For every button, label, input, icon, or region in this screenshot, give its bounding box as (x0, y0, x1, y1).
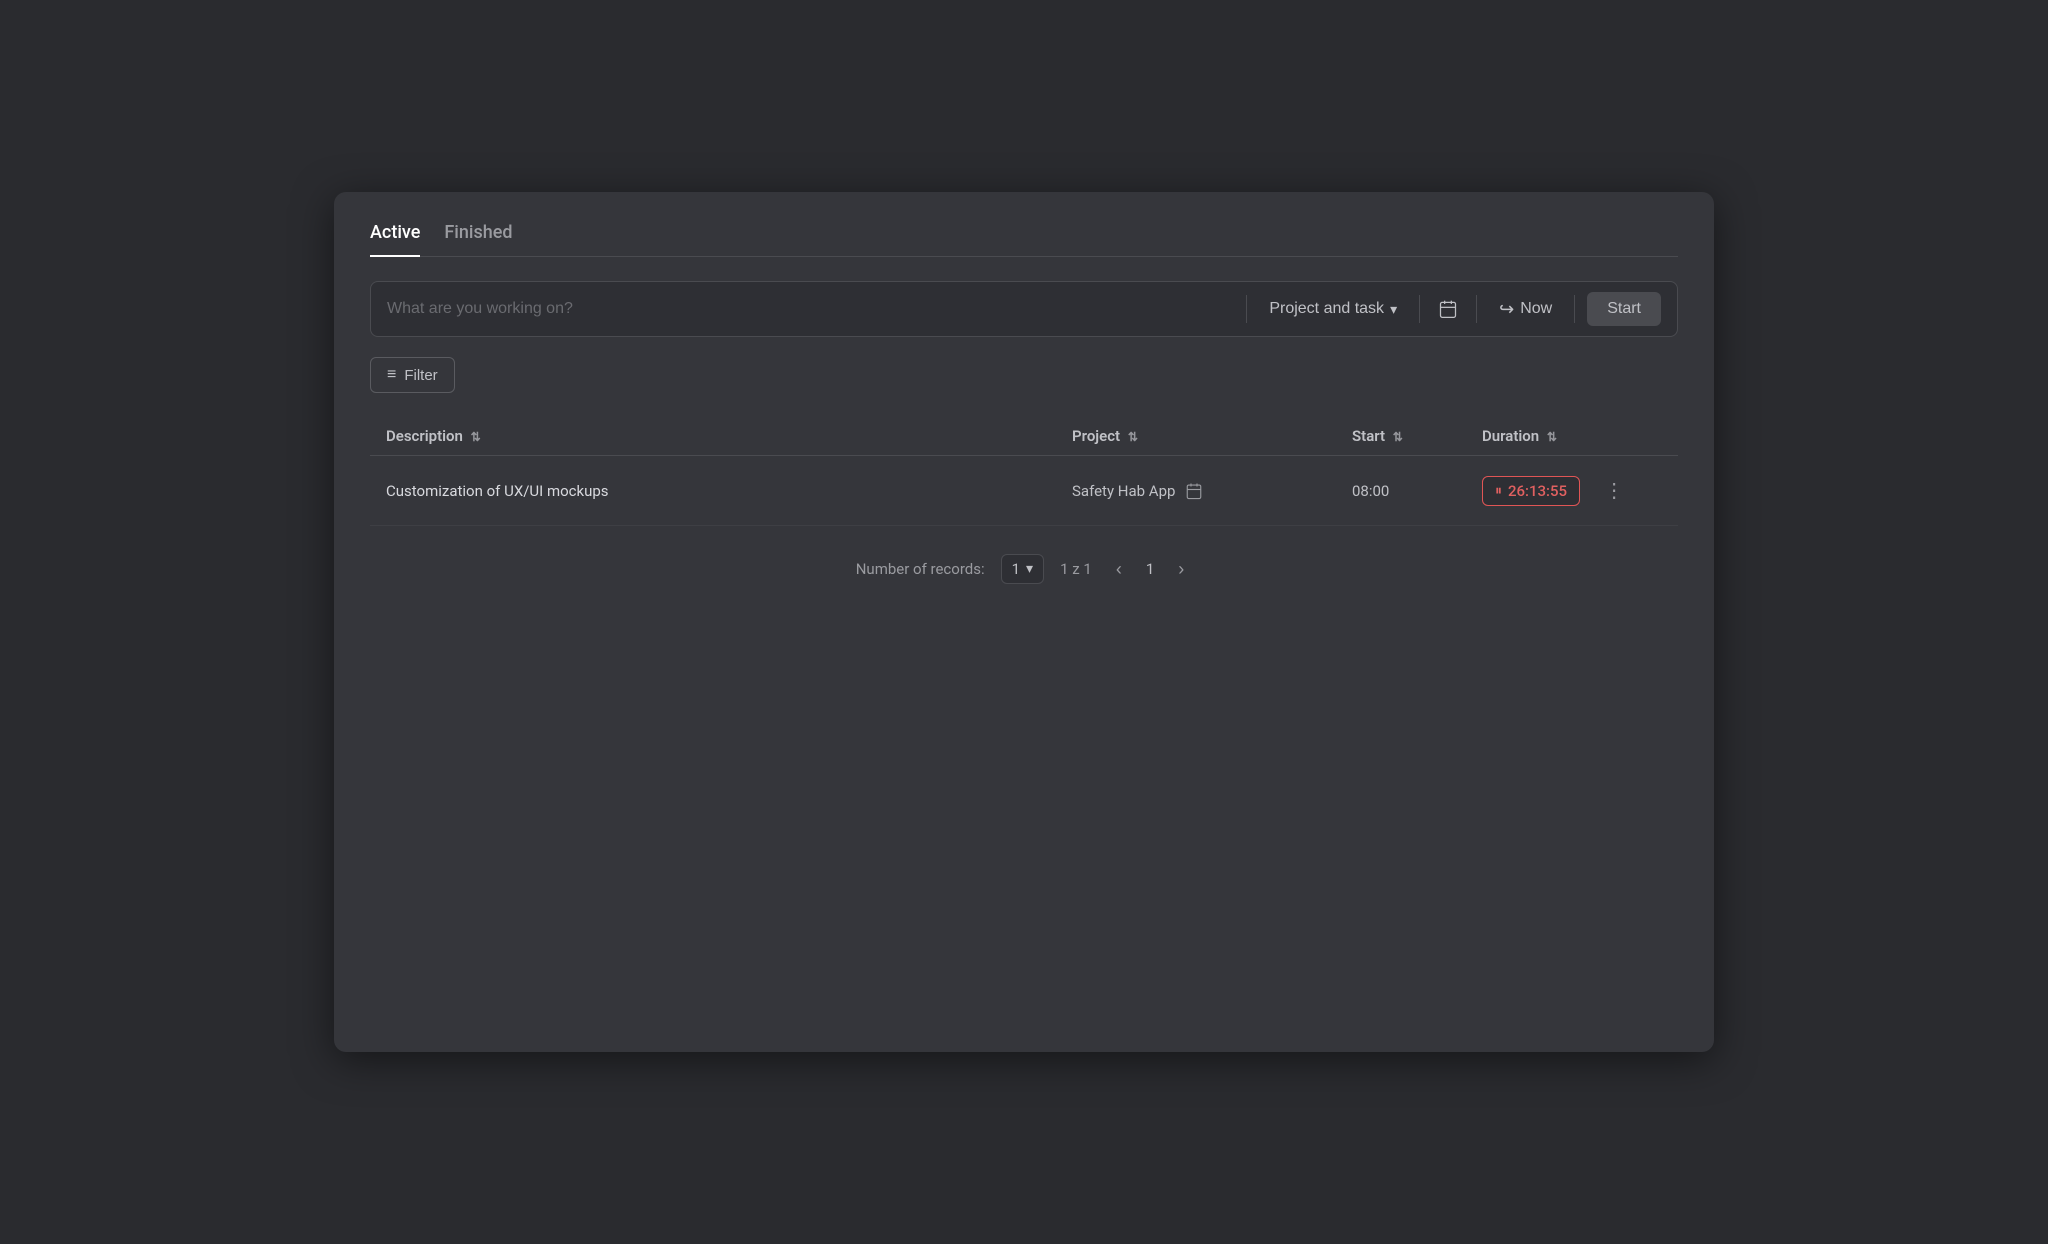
start-button[interactable]: Start (1587, 292, 1661, 326)
more-options-button[interactable]: ⋮ (1596, 474, 1632, 507)
prev-page-button[interactable]: ‹ (1108, 555, 1130, 584)
tab-finished[interactable]: Finished (444, 222, 512, 257)
duration-value: 26:13:55 (1508, 482, 1567, 500)
col-header-description[interactable]: Description ⇅ (386, 427, 1072, 445)
records-chevron-icon: ▾ (1026, 561, 1033, 577)
filter-label: Filter (404, 367, 437, 384)
start-label: Start (1352, 427, 1385, 445)
row-duration: ⏸ 26:13:55 ⋮ (1482, 474, 1662, 507)
search-bar: Project and task ▾ ↪ Now Start (370, 281, 1678, 337)
row-calendar-icon (1185, 482, 1203, 500)
project-task-label: Project and task (1269, 300, 1384, 318)
filter-button[interactable]: ≡ Filter (370, 357, 455, 393)
records-label: Number of records: (856, 560, 985, 578)
col-header-duration[interactable]: Duration ⇅ (1482, 427, 1662, 445)
table-row: Customization of UX/UI mockups Safety Ha… (370, 456, 1678, 526)
pause-icon: ⏸ (1495, 483, 1502, 499)
row-description: Customization of UX/UI mockups (386, 482, 1072, 500)
tab-active[interactable]: Active (370, 222, 420, 257)
duration-badge: ⏸ 26:13:55 (1482, 476, 1580, 506)
records-count: 1 (1012, 560, 1020, 578)
chevron-down-icon: ▾ (1390, 301, 1397, 318)
sort-project-icon: ⇅ (1128, 430, 1138, 444)
project-task-button[interactable]: Project and task ▾ (1259, 294, 1407, 324)
now-label: Now (1520, 300, 1552, 318)
duration-label: Duration (1482, 427, 1539, 445)
pagination: Number of records: 1 ▾ 1 z 1 ‹ 1 › (370, 554, 1678, 584)
table-header: Description ⇅ Project ⇅ Start ⇅ Duration… (370, 417, 1678, 456)
description-label: Description (386, 427, 463, 445)
records-select[interactable]: 1 ▾ (1001, 554, 1044, 584)
page-info: 1 z 1 (1060, 560, 1092, 578)
now-button[interactable]: ↪ Now (1489, 293, 1562, 326)
tabs-container: Active Finished (370, 222, 1678, 257)
sort-duration-icon: ⇅ (1547, 430, 1557, 444)
search-input[interactable] (387, 300, 1234, 318)
col-header-project[interactable]: Project ⇅ (1072, 427, 1352, 445)
calendar-button[interactable] (1432, 293, 1464, 325)
divider2 (1419, 295, 1420, 323)
sort-description-icon: ⇅ (471, 430, 481, 444)
filter-icon: ≡ (387, 366, 396, 384)
next-page-button[interactable]: › (1170, 555, 1192, 584)
current-page: 1 (1146, 560, 1154, 578)
row-start: 08:00 (1352, 482, 1482, 500)
col-header-start[interactable]: Start ⇅ (1352, 427, 1482, 445)
project-label: Project (1072, 427, 1120, 445)
row-project-name: Safety Hab App (1072, 482, 1175, 500)
divider3 (1476, 295, 1477, 323)
arrow-right-icon: ↪ (1499, 299, 1514, 320)
sort-start-icon: ⇅ (1393, 430, 1403, 444)
divider4 (1574, 295, 1575, 323)
divider (1246, 295, 1247, 323)
main-window: Active Finished Project and task ▾ ↪ Now… (334, 192, 1714, 1052)
row-project: Safety Hab App (1072, 482, 1352, 500)
calendar-icon (1438, 299, 1458, 319)
